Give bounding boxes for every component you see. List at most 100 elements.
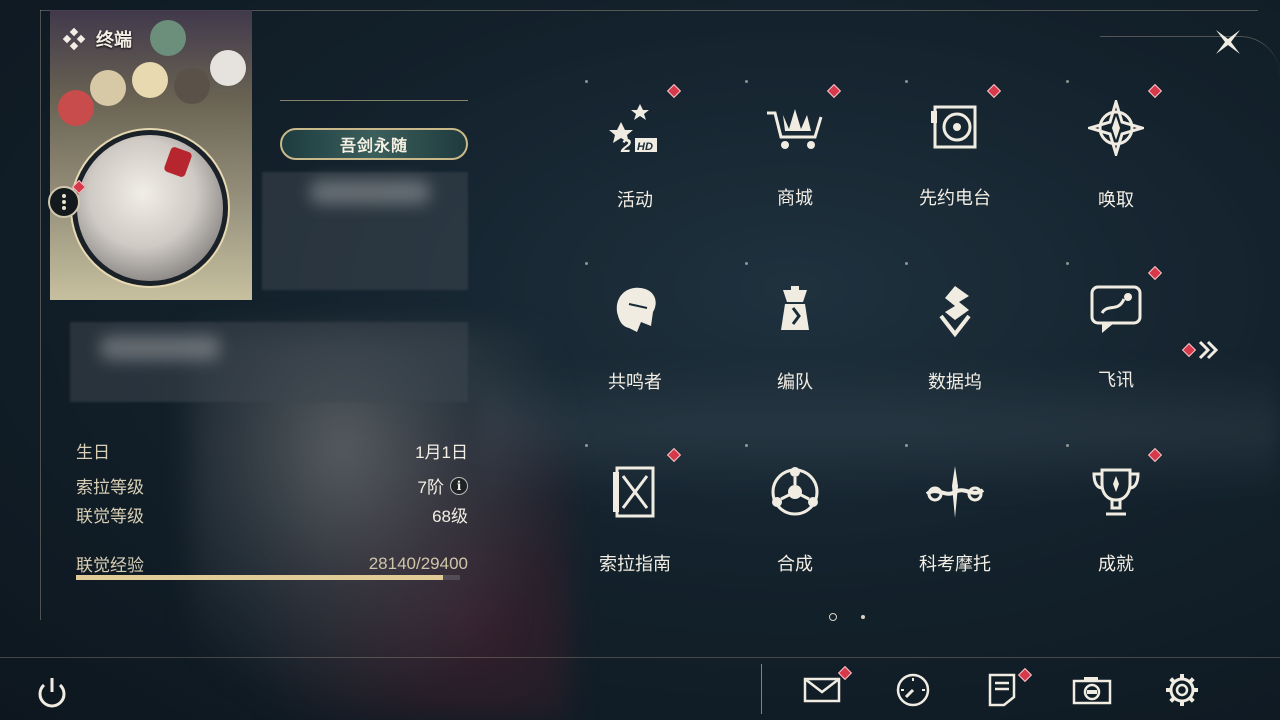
page-title: 终端	[96, 30, 132, 50]
messenger-icon	[1084, 282, 1148, 336]
menu-item-shop[interactable]: 商城	[735, 80, 855, 210]
grid-marker	[1066, 262, 1069, 265]
terminal-diamond-icon	[62, 27, 86, 51]
menu-item-label: 唤取	[1098, 190, 1134, 210]
grid-marker	[745, 262, 748, 265]
notification-badge	[826, 83, 842, 99]
menu-item-synthesis[interactable]: 合成	[735, 444, 855, 574]
stat-label: 联觉经验	[76, 556, 144, 575]
notice-button[interactable]	[982, 667, 1033, 710]
camera-icon	[1072, 677, 1112, 705]
grid-marker	[905, 262, 908, 265]
svg-text:HD: HD	[637, 141, 653, 153]
stat-value: 28140/29400	[368, 553, 468, 573]
power-button[interactable]	[32, 672, 72, 712]
player-name-blurred	[310, 180, 430, 204]
frame-line-bottom	[0, 657, 1280, 658]
menu-item-messenger[interactable]: 飞讯	[1056, 262, 1176, 392]
signature-box[interactable]	[70, 322, 468, 402]
team-icon	[763, 282, 827, 338]
menu-item-resonator[interactable]: 共鸣者	[575, 262, 695, 392]
grid-marker	[585, 80, 588, 83]
grid-marker	[585, 262, 588, 265]
menu-item-motorcycle[interactable]: 科考摩托	[895, 444, 1015, 574]
grid-marker	[905, 80, 908, 83]
chibi-figure	[174, 68, 210, 104]
grid-marker	[905, 444, 908, 447]
frame-line-left	[40, 10, 41, 620]
player-title-badge[interactable]: 吾剑永随	[280, 128, 468, 160]
convene-icon	[1084, 100, 1148, 156]
stat-label: 索拉等级	[76, 478, 144, 497]
more-dots-icon	[62, 194, 66, 210]
chibi-figure	[90, 70, 126, 106]
grid-marker	[585, 444, 588, 447]
avatar-portrait	[77, 135, 223, 281]
stat-label: 生日	[76, 443, 110, 462]
chibi-figure	[58, 90, 94, 126]
menu-item-label: 活动	[617, 190, 653, 210]
camera-button[interactable]	[1072, 670, 1112, 710]
notification-badge	[1147, 83, 1163, 99]
resonator-icon	[603, 282, 667, 338]
stat-value: 7阶	[417, 478, 444, 497]
chibi-figure	[210, 50, 246, 86]
stat-label: 联觉等级	[76, 507, 144, 526]
bottom-bar-separator	[761, 664, 762, 714]
menu-item-label: 成就	[1098, 554, 1134, 574]
stat-union-level: 联觉等级 68级	[76, 502, 468, 527]
clock-button[interactable]	[893, 670, 933, 710]
page-title-block: 终端	[62, 26, 132, 52]
event-icon: 2 HD	[603, 100, 667, 156]
achievement-icon	[1084, 464, 1148, 520]
next-page-button[interactable]	[1180, 338, 1224, 362]
notification-badge	[986, 83, 1002, 99]
power-icon	[38, 678, 66, 708]
close-button[interactable]	[1208, 22, 1248, 62]
settings-icon	[1166, 674, 1198, 706]
menu-item-label: 商城	[777, 188, 813, 208]
settings-button[interactable]	[1162, 670, 1202, 710]
double-chevron-right-icon	[1198, 340, 1219, 360]
synthesis-icon	[763, 464, 827, 520]
avatar[interactable]	[70, 128, 230, 288]
menu-item-event[interactable]: 2 HD 活动	[575, 80, 695, 210]
menu-item-label: 合成	[777, 554, 813, 574]
menu-item-convene[interactable]: 唤取	[1056, 80, 1176, 210]
page-indicator-active[interactable]	[829, 613, 837, 621]
chibi-figure	[150, 20, 186, 56]
menu-item-data-bank[interactable]: 数据坞	[895, 262, 1015, 392]
menu-item-achievement[interactable]: 成就	[1056, 444, 1176, 574]
radio-icon	[923, 100, 987, 154]
stat-value-group: 7阶 i	[418, 473, 468, 498]
menu-item-label: 编队	[777, 372, 813, 392]
data-bank-icon	[923, 282, 987, 338]
menu-item-label: 科考摩托	[919, 554, 991, 574]
player-title-text: 吾剑永随	[339, 138, 408, 155]
clock-icon	[896, 673, 930, 707]
menu-item-team[interactable]: 编队	[735, 262, 855, 392]
menu-item-radio[interactable]: 先约电台	[895, 80, 1015, 210]
stat-value: 68级	[432, 507, 468, 526]
notice-icon	[988, 673, 1016, 707]
menu-item-label: 数据坞	[928, 372, 982, 392]
menu-item-label: 索拉指南	[599, 554, 671, 574]
menu-item-label: 先约电台	[919, 188, 991, 208]
xp-progress-fill	[76, 575, 444, 580]
menu-item-guidebook[interactable]: 索拉指南	[575, 444, 695, 574]
signature-blurred	[100, 336, 220, 360]
grid-marker	[745, 444, 748, 447]
guidebook-icon	[603, 464, 667, 520]
info-icon[interactable]: i	[450, 476, 468, 495]
mail-button[interactable]	[802, 665, 853, 710]
shop-icon	[763, 100, 827, 154]
stat-birthday: 生日 1月1日	[76, 438, 468, 463]
notification-badge	[1147, 447, 1163, 463]
menu-item-label: 共鸣者	[608, 372, 662, 392]
grid-marker	[745, 80, 748, 83]
stat-sol-rank: 索拉等级 7阶 i	[76, 473, 468, 498]
notification-badge	[666, 83, 682, 99]
page-indicator[interactable]	[861, 615, 865, 619]
xp-progress-bar	[76, 575, 460, 580]
chibi-figure	[132, 62, 168, 98]
